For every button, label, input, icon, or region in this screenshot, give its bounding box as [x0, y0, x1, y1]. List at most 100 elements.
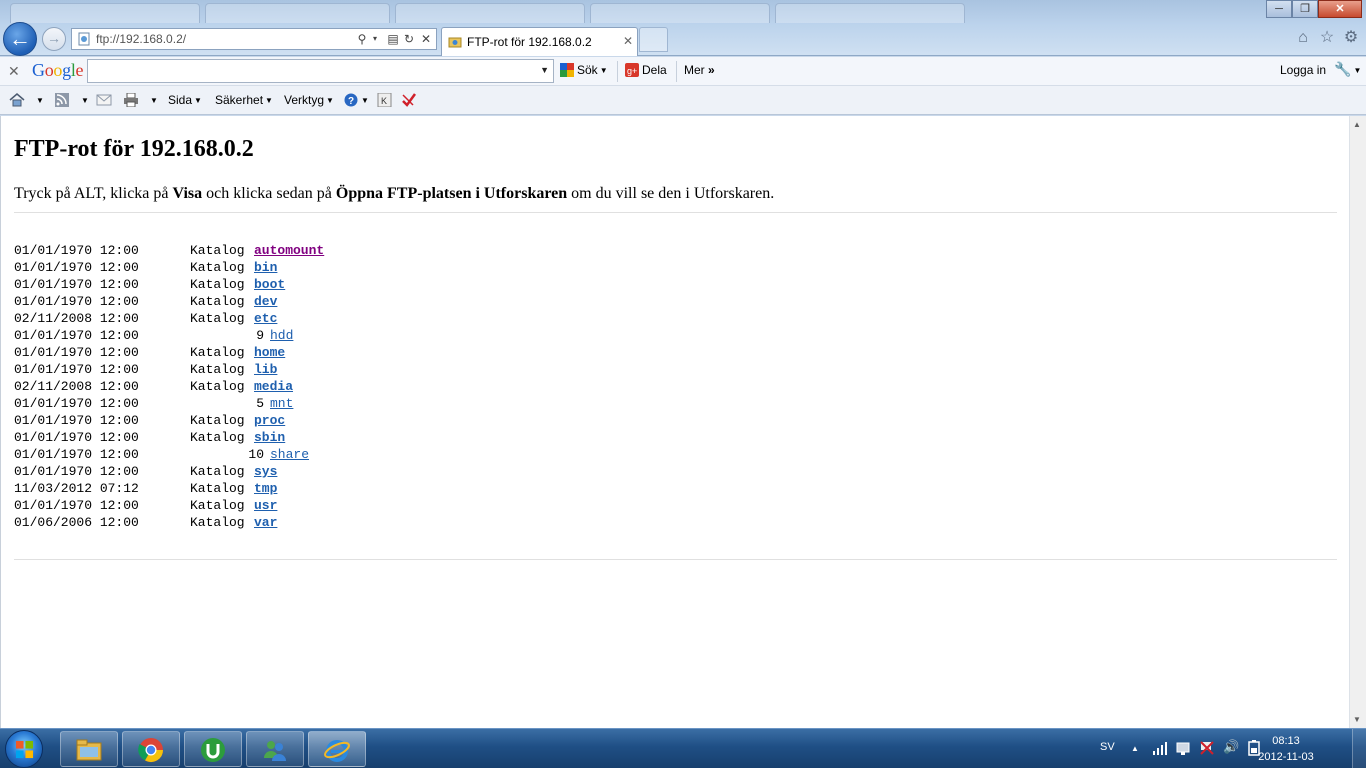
help-dropdown-icon[interactable]: ▼ — [359, 93, 369, 107]
listing-link-media[interactable]: media — [254, 379, 293, 394]
listing-link-dev[interactable]: dev — [254, 294, 277, 309]
scroll-up-arrow-icon[interactable]: ▲ — [1353, 120, 1361, 129]
listing-link-sys[interactable]: sys — [254, 464, 277, 479]
chevron-down-icon: ▼ — [194, 96, 202, 105]
listing-link-etc[interactable]: etc — [254, 311, 277, 326]
listing-date: 01/06/2006 12:00 — [14, 515, 139, 530]
tab-close-icon[interactable]: ✕ — [623, 34, 633, 48]
address-bar[interactable]: ⚲ ▾ ▤ ↻ ✕ — [71, 28, 437, 50]
network-icon[interactable] — [1175, 741, 1191, 755]
google-search-button[interactable]: Sök ▼ — [560, 63, 608, 77]
listing-kind: Katalog — [190, 260, 245, 275]
listing-date: 01/01/1970 12:00 — [14, 328, 139, 343]
home-icon[interactable]: ⌂ — [1294, 29, 1312, 47]
login-button[interactable]: Logga in — [1280, 63, 1326, 77]
close-window-button[interactable]: ✕ — [1318, 0, 1362, 18]
google-search-box[interactable]: ▼ — [87, 59, 554, 83]
language-indicator[interactable]: SV — [1100, 741, 1115, 753]
maximize-button[interactable]: ❐ — [1292, 0, 1318, 18]
listing-link-usr[interactable]: usr — [254, 498, 277, 513]
listing-link-lib[interactable]: lib — [254, 362, 277, 377]
listing-link-boot[interactable]: boot — [254, 277, 285, 292]
search-icon[interactable]: ⚲ — [354, 31, 370, 47]
vertical-scrollbar[interactable]: ▲ ▼ — [1349, 116, 1366, 728]
google-logo-letter: o — [44, 60, 54, 80]
more-button[interactable]: Mer » — [684, 63, 715, 77]
volume-icon[interactable]: 🔊 — [1223, 739, 1239, 755]
new-tab-button[interactable] — [639, 27, 668, 52]
utorrent-icon — [201, 738, 225, 762]
login-label: Logga in — [1280, 63, 1327, 77]
favorites-star-icon[interactable]: ☆ — [1318, 29, 1336, 47]
more-label: Mer — [684, 63, 705, 77]
listing-link-mnt[interactable]: mnt — [270, 396, 293, 411]
home-dropdown-icon[interactable]: ▼ — [34, 93, 44, 107]
show-desktop-button[interactable] — [1352, 729, 1366, 768]
double-chevron-right-icon: » — [708, 63, 715, 77]
show-hidden-icons-icon[interactable]: ▲ — [1131, 744, 1139, 753]
wrench-settings-button[interactable]: 🔧 ▼ — [1334, 61, 1361, 78]
compatibility-view-icon[interactable]: ▤ — [386, 31, 400, 47]
feed-dropdown-icon[interactable]: ▼ — [79, 93, 89, 107]
google-logo: Google — [32, 60, 84, 81]
minimize-button[interactable]: ─ — [1266, 0, 1292, 18]
stop-icon[interactable]: ✕ — [419, 31, 433, 47]
address-input[interactable] — [96, 31, 346, 47]
k-addon-icon[interactable]: K — [377, 93, 393, 107]
print-icon[interactable] — [123, 93, 139, 107]
page-title: FTP-rot för 192.168.0.2 — [14, 136, 254, 162]
taskbar-utorrent-button[interactable] — [184, 731, 242, 767]
google-logo-letter: G — [32, 60, 45, 80]
toolbar-close-icon[interactable]: ✕ — [8, 63, 20, 80]
taskbar-chrome-button[interactable] — [122, 731, 180, 767]
listing-link-proc[interactable]: proc — [254, 413, 285, 428]
print-dropdown-icon[interactable]: ▼ — [148, 93, 158, 107]
google-toolbar: ✕ Google ▼ Sök ▼ g+ Dela Mer » Logga in 🔧… — [0, 57, 1366, 86]
listing-link-home[interactable]: home — [254, 345, 285, 360]
refresh-icon[interactable]: ↻ — [402, 31, 416, 47]
listing-link-tmp[interactable]: tmp — [254, 481, 277, 496]
chevron-down-icon[interactable]: ▼ — [540, 65, 549, 75]
taskbar-explorer-button[interactable] — [60, 731, 118, 767]
addon-check-icon[interactable] — [401, 93, 417, 107]
taskbar-messenger-button[interactable] — [246, 731, 304, 767]
back-button[interactable]: ← — [3, 22, 37, 56]
chevron-down-icon: ▼ — [265, 96, 273, 105]
listing-kind: Katalog — [190, 498, 245, 513]
share-button[interactable]: g+ Dela — [625, 63, 667, 77]
browser-right-icons: ⌂ ☆ ⚙ — [1294, 29, 1360, 47]
signal-bars-icon[interactable] — [1152, 741, 1168, 755]
action-center-flag-icon[interactable] — [1199, 741, 1215, 755]
tools-menu[interactable]: Verktyg ▼ — [284, 93, 334, 107]
rss-feed-icon[interactable] — [54, 93, 70, 107]
home-icon[interactable] — [9, 93, 25, 107]
clock-time[interactable]: 08:13 — [1256, 735, 1316, 747]
listing-link-hdd[interactable]: hdd — [270, 328, 293, 343]
gear-icon[interactable]: ⚙ — [1342, 29, 1360, 47]
listing-link-var[interactable]: var — [254, 515, 277, 530]
listing-date: 11/03/2012 07:12 — [14, 481, 139, 496]
listing-kind: Katalog — [190, 430, 245, 445]
tab-active[interactable]: FTP-rot för 192.168.0.2 ✕ — [441, 27, 638, 56]
listing-link-share[interactable]: share — [270, 447, 309, 462]
clock-date[interactable]: 2012-11-03 — [1256, 751, 1316, 763]
listing-link-sbin[interactable]: sbin — [254, 430, 285, 445]
listing-link-bin[interactable]: bin — [254, 260, 277, 275]
search-dropdown-icon[interactable]: ▾ — [370, 31, 380, 47]
start-button[interactable] — [5, 730, 43, 768]
help-icon[interactable]: ? — [344, 93, 360, 107]
mail-icon[interactable] — [96, 93, 112, 107]
scroll-down-arrow-icon[interactable]: ▼ — [1353, 715, 1361, 724]
ftp-folder-icon — [448, 37, 462, 48]
background-window-tabs — [0, 0, 1000, 23]
forward-button[interactable]: → — [42, 27, 66, 51]
google-search-input[interactable] — [88, 60, 528, 82]
listing-date: 01/01/1970 12:00 — [14, 430, 139, 445]
security-menu[interactable]: Säkerhet ▼ — [215, 93, 273, 107]
page-menu[interactable]: Sida ▼ — [168, 93, 202, 107]
window-controls: ─ ❐ ✕ — [1266, 0, 1362, 19]
taskbar-internet-explorer-button[interactable] — [308, 731, 366, 767]
listing-link-automount[interactable]: automount — [254, 243, 324, 258]
forward-arrow-icon: → — [47, 30, 61, 46]
internet-explorer-icon — [324, 740, 350, 762]
